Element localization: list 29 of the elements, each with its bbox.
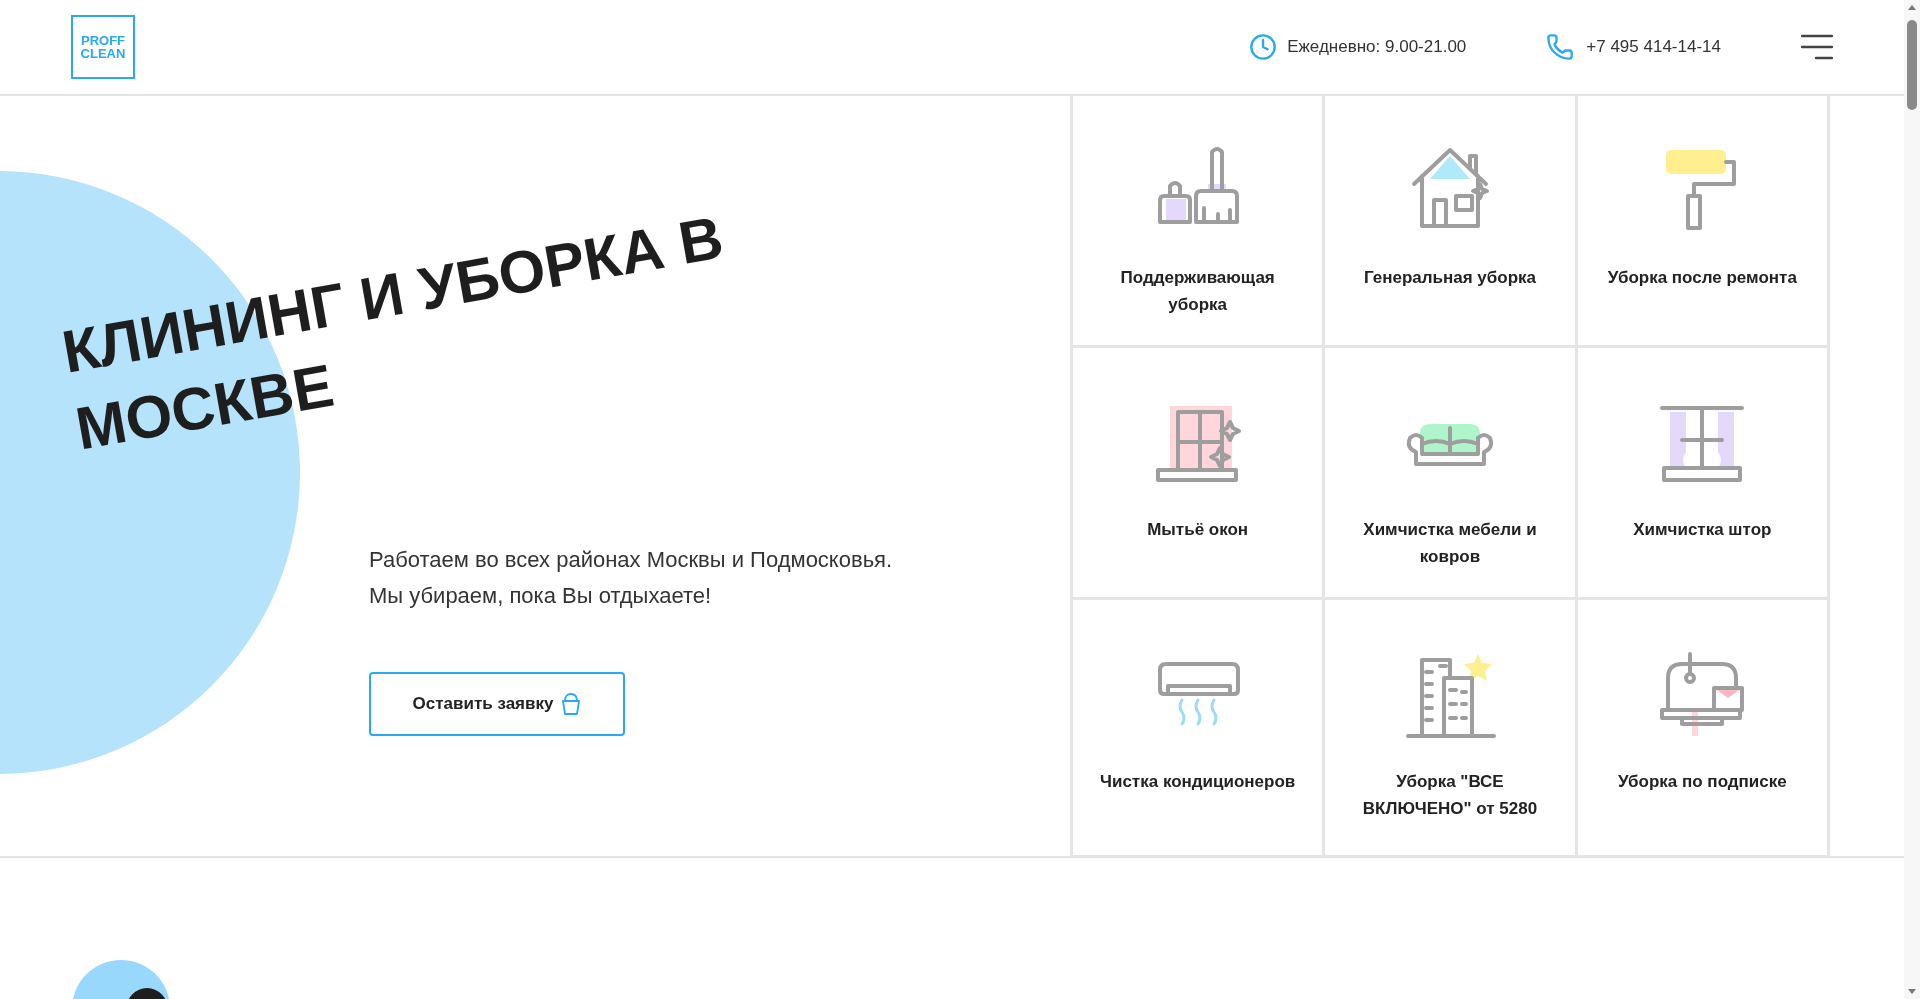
service-card[interactable]: Уборка после ремонта	[1577, 96, 1830, 348]
bucket-icon	[561, 692, 582, 716]
service-card[interactable]: Мытьё окон	[1073, 348, 1326, 600]
menu-icon[interactable]	[1801, 34, 1833, 60]
clock-icon	[1249, 33, 1278, 61]
service-label: Химчистка штор	[1632, 519, 1773, 541]
working-hours: Ежедневно: 9.00-21.00	[1287, 36, 1467, 59]
service-card[interactable]: Чистка кондиционеров	[1073, 600, 1326, 856]
scrollbar[interactable]	[1904, 0, 1920, 999]
service-label: Уборка по подписке	[1616, 771, 1788, 793]
service-label: Уборка после ремонта	[1606, 267, 1798, 289]
service-card[interactable]: Химчистка мебели и ковров	[1325, 348, 1578, 600]
service-label: Мытьё окон	[1146, 519, 1250, 541]
service-card[interactable]: Поддерживающая уборка	[1073, 96, 1326, 348]
service-label: Уборка "ВСЕ ВКЛЮЧЕНО" от 5280	[1361, 771, 1539, 820]
request-button[interactable]: Оставить заявку	[369, 672, 625, 736]
phone-link[interactable]: +7 495 414-14-14	[1586, 34, 1721, 60]
service-label: Генеральная уборка	[1362, 267, 1538, 289]
service-card[interactable]: Химчистка штор	[1577, 348, 1830, 600]
phone-icon	[1546, 33, 1575, 61]
service-label: Чистка кондиционеров	[1099, 771, 1296, 793]
service-card[interactable]: Уборка "ВСЕ ВКЛЮЧЕНО" от 5280	[1325, 600, 1578, 856]
hero-title: КЛИНИНГ И УБОРКА В МОСКВЕ	[56, 202, 729, 465]
scrollbar-thumb[interactable]	[1907, 20, 1917, 110]
service-label: Поддерживающая уборка	[1119, 267, 1276, 316]
hero-description: Работаем во всех районах Москвы и Подмосковья. Мы убираем, пока Вы отдыхаете!	[369, 546, 894, 610]
service-card[interactable]: Уборка по подписке	[1577, 600, 1830, 856]
service-card[interactable]: Генеральная уборка	[1325, 96, 1578, 348]
service-label: Химчистка мебели и ковров	[1362, 519, 1538, 568]
